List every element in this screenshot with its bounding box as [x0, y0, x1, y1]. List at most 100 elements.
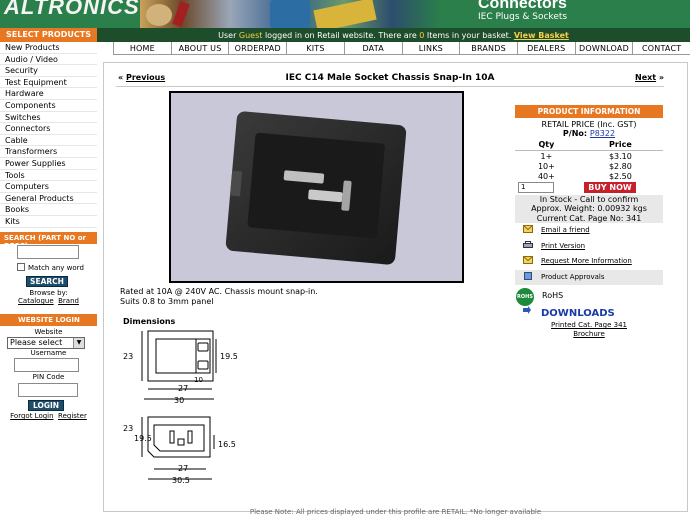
request-info-link[interactable]: Request More Information: [541, 257, 632, 265]
sidebar-item-tools[interactable]: Tools: [0, 170, 97, 182]
price-table: Qty Price 1+ $3.10 10+ $2.80 40+ $2.50: [515, 139, 663, 181]
dim-side-width1: 27: [178, 384, 188, 393]
nav-contact[interactable]: CONTACT: [632, 42, 690, 54]
table-row: 10+ $2.80: [515, 161, 663, 171]
login-button[interactable]: LOGIN: [28, 400, 64, 411]
product-description: Rated at 10A @ 240V AC. Chassis mount sn…: [120, 287, 318, 307]
nav-kits[interactable]: KITS: [286, 42, 344, 54]
print-version-link[interactable]: Print Version: [541, 242, 585, 250]
search-button[interactable]: SEARCH: [26, 276, 68, 287]
sidebar-item-computers[interactable]: Computers: [0, 181, 97, 193]
rohs-label: RoHS: [542, 291, 564, 300]
dim-front-width2: 30.5: [172, 476, 190, 485]
email-friend-row[interactable]: Email a friend: [515, 223, 663, 239]
sidebar-item-transformers[interactable]: Transformers: [0, 146, 97, 158]
username-label: Username: [30, 349, 67, 357]
altronics-logo[interactable]: ALTRONICS: [4, 0, 140, 20]
downloads-heading: DOWNLOADS: [541, 308, 615, 319]
print-version-row[interactable]: Print Version: [515, 239, 663, 255]
website-select[interactable]: Please select ▼: [7, 337, 85, 349]
next-link[interactable]: Next »: [635, 73, 664, 82]
chevron-down-icon[interactable]: ▼: [73, 338, 84, 348]
part-number-label: P/No:: [562, 129, 588, 138]
approx-weight: Approx. Weight: 0.00932 kgs: [531, 204, 647, 214]
description-line-1: Rated at 10A @ 240V AC. Chassis mount sn…: [120, 287, 318, 296]
download-arrow-icon: [523, 306, 531, 314]
rohs-row: ROHS RoHS: [515, 286, 663, 306]
header-banner: ALTRONICS Connectors IEC Plugs & Sockets: [0, 0, 690, 28]
nav-home[interactable]: HOME: [113, 42, 171, 54]
printer-icon: [523, 240, 533, 248]
browse-catalogue-link[interactable]: Catalogue: [18, 297, 54, 305]
forgot-login-link[interactable]: Forgot Login: [10, 412, 53, 420]
sidebar-item-cable[interactable]: Cable: [0, 135, 97, 147]
dim-front-width1: 27: [178, 464, 188, 473]
view-basket-link[interactable]: View Basket: [514, 31, 569, 40]
match-any-word-checkbox[interactable]: [17, 263, 25, 271]
next-label[interactable]: Next: [635, 73, 656, 82]
price-qty: 1+: [540, 151, 553, 161]
search-header: SEARCH (PART NO or DESC): [0, 232, 97, 250]
price-qty: 10+: [537, 161, 555, 171]
nav-links[interactable]: LINKS: [401, 42, 460, 54]
socket-body: [225, 110, 407, 266]
sidebar-item-books[interactable]: Books: [0, 204, 97, 216]
socket-pin: [307, 189, 343, 203]
price-value: $2.50: [608, 171, 632, 181]
description-line-2: Suits 0.8 to 3mm panel: [120, 297, 214, 306]
stock-status: In Stock - Call to confirm: [539, 195, 639, 204]
browse-by: Browse by: Catalogue Brand: [0, 289, 97, 305]
email-friend-link[interactable]: Email a friend: [541, 226, 590, 234]
sidebar-item-switches[interactable]: Switches: [0, 112, 97, 124]
sidebar-item-security[interactable]: Security: [0, 65, 97, 77]
user-status-bar: User Guest logged in on Retail website. …: [97, 28, 690, 42]
sidebar-item-test-equipment[interactable]: Test Equipment: [0, 77, 97, 89]
qty-header: Qty: [515, 139, 578, 151]
previous-link[interactable]: « Previous: [118, 73, 165, 82]
quantity-input[interactable]: 1: [518, 182, 554, 193]
socket-recess: [247, 132, 386, 239]
banner-photo-strip: [140, 0, 440, 28]
printed-cat-link[interactable]: Printed Cat. Page 341: [515, 321, 663, 329]
sidebar-item-new-products[interactable]: New Products: [0, 42, 97, 54]
register-link[interactable]: Register: [58, 412, 87, 420]
request-info-row[interactable]: Request More Information: [515, 254, 663, 270]
product-information-header: PRODUCT INFORMATION: [515, 105, 663, 118]
sidebar-item-power-supplies[interactable]: Power Supplies: [0, 158, 97, 170]
match-any-word[interactable]: Match any word: [17, 263, 84, 272]
sidebar-item-general-products[interactable]: General Products: [0, 193, 97, 205]
sidebar-item-audio-video[interactable]: Audio / Video: [0, 54, 97, 66]
previous-label[interactable]: Previous: [126, 73, 165, 82]
nav-dealers[interactable]: DEALERS: [516, 42, 575, 54]
match-any-word-label: Match any word: [28, 264, 84, 272]
pin-input[interactable]: [18, 383, 78, 397]
main-nav: HOME ABOUT US ORDERPAD KITS DATA LINKS B…: [113, 42, 690, 55]
sidebar-item-kits[interactable]: Kits: [0, 216, 97, 228]
brochure-link[interactable]: Brochure: [515, 330, 663, 338]
sidebar-item-hardware[interactable]: Hardware: [0, 88, 97, 100]
dim-side-width2: 30: [174, 396, 184, 405]
part-number-value[interactable]: P8322: [590, 129, 615, 138]
nav-download[interactable]: DOWNLOAD: [574, 42, 633, 54]
envelope-icon: [523, 225, 533, 233]
website-login-header: WEBSITE LOGIN: [0, 314, 97, 326]
dim-side-inner: 10: [194, 376, 203, 384]
search-input[interactable]: [17, 245, 79, 259]
browse-brand-link[interactable]: Brand: [58, 297, 79, 305]
nav-about-us[interactable]: ABOUT US: [170, 42, 229, 54]
dim-front-height: 23: [123, 424, 133, 433]
buy-now-button[interactable]: BUY NOW: [584, 182, 636, 193]
nav-orderpad[interactable]: ORDERPAD: [228, 42, 287, 54]
username-input[interactable]: [14, 358, 79, 372]
sidebar-item-components[interactable]: Components: [0, 100, 97, 112]
dim-side-height: 23: [123, 352, 133, 361]
product-links: Email a friend Print Version Request Mor…: [515, 223, 663, 285]
multimeter-photo: [270, 0, 310, 28]
table-row: 40+ $2.50: [515, 171, 663, 181]
tool-photo: [313, 0, 377, 28]
nav-data[interactable]: DATA: [343, 42, 402, 54]
nav-brands[interactable]: BRANDS: [459, 42, 517, 54]
dimensions-drawing: 23 19.5 10 27 30 23 19.5 16.5 27 30.5: [123, 330, 238, 485]
sidebar-item-connectors[interactable]: Connectors: [0, 123, 97, 135]
login-links: Forgot Login Register: [0, 412, 97, 420]
